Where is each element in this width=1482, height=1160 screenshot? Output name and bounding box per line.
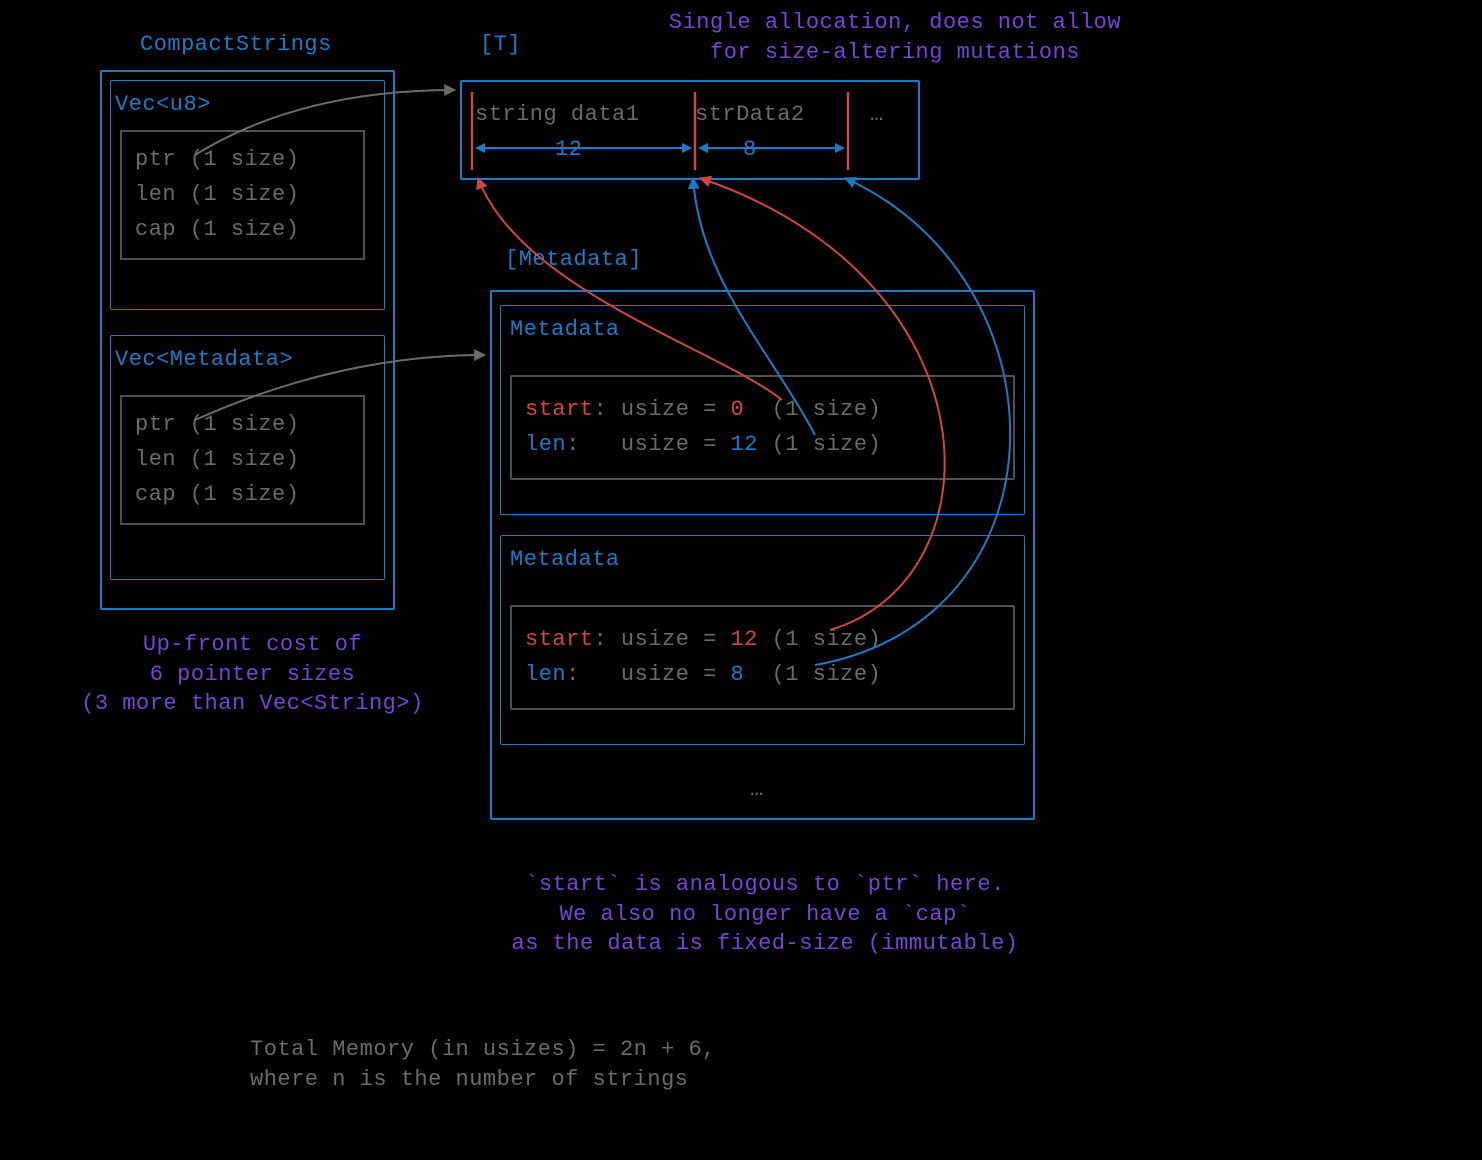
t-slice-label: [T] [480, 30, 521, 60]
t-len1: 12 [555, 135, 582, 165]
t-ellipsis: … [870, 100, 884, 130]
t-slice-box [460, 80, 920, 180]
vec-meta-cap: cap (1 size) [135, 480, 299, 510]
t-data1: string data1 [475, 100, 639, 130]
metadata2-len-row: len: usize = 8 (1 size) [525, 660, 881, 690]
single-alloc-text: Single allocation, does not allow for si… [615, 8, 1175, 67]
metadata2-start-row: start: usize = 12 (1 size) [525, 625, 881, 655]
vec-meta-ptr: ptr (1 size) [135, 410, 299, 440]
metadata1-len-row: len: usize = 12 (1 size) [525, 430, 881, 460]
vec-meta-len: len (1 size) [135, 445, 299, 475]
t-len2: 8 [743, 135, 757, 165]
metadata-ellipsis: … [750, 775, 764, 805]
metadata1-fields-box [510, 375, 1015, 480]
vec-u8-cap: cap (1 size) [135, 215, 299, 245]
compactstrings-title: CompactStrings [140, 30, 332, 60]
t-data2: strData2 [695, 100, 805, 130]
vec-u8-len: len (1 size) [135, 180, 299, 210]
total-memory-text: Total Memory (in usizes) = 2n + 6, where… [250, 1035, 716, 1094]
start-analogy-text: `start` is analogous to `ptr` here. We a… [405, 870, 1125, 959]
vec-u8-ptr: ptr (1 size) [135, 145, 299, 175]
metadata-slice-label: [Metadata] [505, 245, 642, 275]
metadata2-fields-box [510, 605, 1015, 710]
upfront-cost-text: Up-front cost of 6 pointer sizes (3 more… [55, 630, 450, 719]
metadata1-start-row: start: usize = 0 (1 size) [525, 395, 881, 425]
